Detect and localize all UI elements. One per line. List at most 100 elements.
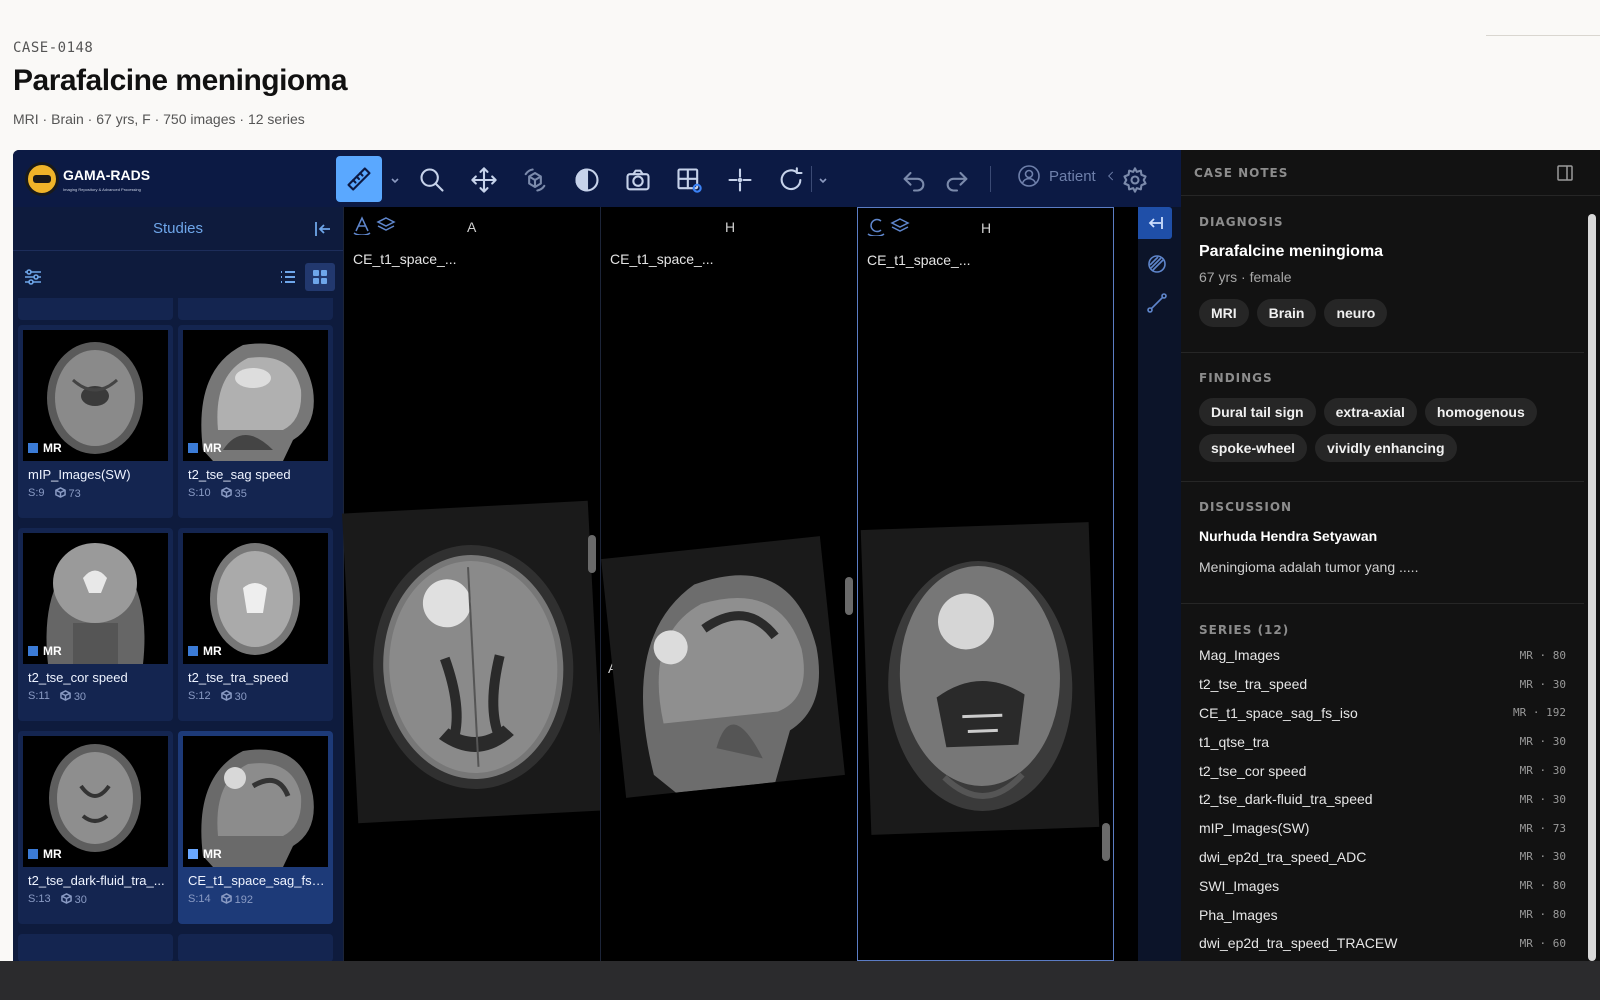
diagnosis-section: DIAGNOSIS Parafalcine meningioma 67 yrs … <box>1181 197 1584 353</box>
app-logo[interactable]: GAMA-RADS Imaging Repository & Advanced … <box>25 162 150 196</box>
ruler-icon <box>347 167 371 191</box>
viewport-tools <box>352 215 396 235</box>
modality-color-icon <box>188 849 198 859</box>
layers-icon[interactable] <box>376 215 396 235</box>
view-mode-toggle <box>273 263 335 291</box>
series-thumb-name: t2_tse_tra_speed <box>188 670 289 685</box>
orientation-a-icon[interactable] <box>352 215 372 235</box>
modality-badge: MR <box>28 441 62 455</box>
rotate-3d-tool-button[interactable] <box>515 160 555 200</box>
mri-sagittal-image <box>601 536 845 798</box>
reset-tool-button[interactable] <box>771 160 811 200</box>
pan-tool-button[interactable] <box>464 160 504 200</box>
line-measure-tool[interactable] <box>1146 292 1168 314</box>
gear-icon <box>1123 167 1147 193</box>
segmentation-tool[interactable] <box>1146 253 1168 275</box>
case-notes-title: CASE NOTES <box>1194 165 1289 180</box>
series-thumb[interactable]: MR t2_tse_dark-fluid_tra_... S:13 30 <box>18 731 173 924</box>
series-list-item[interactable]: t2_tse_dark-fluid_tra_speed MR · 30 <box>1199 785 1566 814</box>
series-list-item[interactable]: t2_tse_tra_speed MR · 30 <box>1199 670 1566 699</box>
cube-icon <box>220 690 232 701</box>
viewer-right-rail <box>1138 207 1181 961</box>
redo-button[interactable] <box>937 160 977 200</box>
series-thumb[interactable]: MR t2_tse_cor speed S:11 30 <box>18 528 173 721</box>
series-thumb-partial[interactable] <box>18 934 173 961</box>
series-thumb[interactable]: MR t2_tse_sag speed S:10 35 <box>178 325 333 518</box>
collapse-panel-icon[interactable] <box>313 219 333 239</box>
series-list-item[interactable]: Pha_Images MR · 80 <box>1199 900 1566 929</box>
cube-icon <box>60 893 72 904</box>
notes-scrollbar[interactable] <box>1586 198 1596 961</box>
list-icon <box>281 271 295 283</box>
zoom-tool-button[interactable] <box>412 160 452 200</box>
grid-view-button[interactable] <box>305 263 335 291</box>
viewport-tools <box>866 216 910 236</box>
layers-icon[interactable] <box>890 216 910 236</box>
viewport-1[interactable]: A R CE_t1_space_... <box>342 207 604 961</box>
tag-chip[interactable]: Brain <box>1256 299 1317 327</box>
series-list-item[interactable]: mIP_Images(SW) MR · 73 <box>1199 814 1566 843</box>
series-thumb-name: t2_tse_cor speed <box>28 670 128 685</box>
measure-dropdown-caret[interactable] <box>390 173 400 184</box>
series-list-item[interactable]: CE_t1_space_sag_fs_iso MR · 192 <box>1199 699 1566 728</box>
series-list-item[interactable]: t2_tse_cor speed MR · 30 <box>1199 756 1566 785</box>
slice-scrollbar[interactable] <box>1102 823 1110 861</box>
arrow-left-bar-icon <box>1148 217 1163 229</box>
capture-tool-button[interactable] <box>618 160 658 200</box>
viewport-series-label: CE_t1_space_... <box>867 252 971 268</box>
series-thumb-stats: S:14 192 <box>188 893 253 906</box>
finding-chip[interactable]: vividly enhancing <box>1315 434 1457 462</box>
layout-tool-button[interactable] <box>669 160 709 200</box>
toolbar-divider <box>811 166 812 192</box>
modality-badge: MR <box>188 441 222 455</box>
modality-badge: MR <box>188 847 222 861</box>
more-tools-caret[interactable] <box>818 173 828 184</box>
series-thumb-name: mIP_Images(SW) <box>28 467 131 482</box>
patient-toggle[interactable]: Patient <box>1017 164 1118 188</box>
settings-button[interactable] <box>1115 160 1155 200</box>
findings-tags: Dural tail sign extra-axial homogenous s… <box>1199 398 1566 462</box>
series-thumb-partial[interactable] <box>178 934 333 961</box>
slice-scrollbar[interactable] <box>588 535 596 573</box>
series-thumb-partial[interactable] <box>178 298 333 320</box>
viewport-3-active[interactable]: H R CE_t1_space_... <box>857 207 1114 961</box>
series-thumb[interactable]: MR mIP_Images(SW) S:9 73 <box>18 325 173 518</box>
series-list-item[interactable]: Mag_Images MR · 80 <box>1199 641 1566 670</box>
viewport-series-label: CE_t1_space_... <box>610 251 714 267</box>
series-list-item[interactable]: dwi_ep2d_tra_speed_ADC MR · 30 <box>1199 843 1566 872</box>
undo-button[interactable] <box>894 160 934 200</box>
finding-chip[interactable]: Dural tail sign <box>1199 398 1316 426</box>
series-list-item[interactable]: dwi_ep2d_tra_speed_TRACEW MR · 60 <box>1199 929 1566 958</box>
series-thumbnail-grid: MR mIP_Images(SW) S:9 73 MR t2_tse_sag sp… <box>18 298 338 961</box>
crosshair-tool-button[interactable] <box>720 160 760 200</box>
slice-scrollbar[interactable] <box>845 577 853 615</box>
tag-chip[interactable]: neuro <box>1324 299 1388 327</box>
series-thumb-stats: S:12 30 <box>188 690 247 703</box>
grid-icon <box>313 270 327 284</box>
filter-sliders-icon[interactable] <box>23 267 43 287</box>
orientation-marker-top: A <box>467 219 477 235</box>
series-thumb-stats: S:10 35 <box>188 487 247 500</box>
findings-header: FINDINGS <box>1199 371 1273 385</box>
collapse-rail-button[interactable] <box>1138 207 1172 239</box>
finding-chip[interactable]: homogenous <box>1424 398 1537 426</box>
viewport-2[interactable]: H A CE_t1_space_... <box>600 207 857 961</box>
series-list-item[interactable]: SWI_Images MR · 80 <box>1199 871 1566 900</box>
tag-chip[interactable]: MRI <box>1199 299 1249 327</box>
series-thumb[interactable]: MR t2_tse_tra_speed S:12 30 <box>178 528 333 721</box>
series-thumb-selected[interactable]: MR CE_t1_space_sag_fs_iso S:14 192 <box>178 731 333 924</box>
list-view-button[interactable] <box>273 263 303 291</box>
finding-chip[interactable]: spoke-wheel <box>1199 434 1308 462</box>
contrast-tool-button[interactable] <box>567 160 607 200</box>
refresh-icon <box>780 167 803 191</box>
orientation-c-icon[interactable] <box>866 216 886 236</box>
cube-icon <box>220 893 232 904</box>
finding-chip[interactable]: extra-axial <box>1323 398 1417 426</box>
modality-badge: MR <box>28 847 62 861</box>
series-thumb-partial[interactable] <box>18 298 173 320</box>
series-list-item[interactable]: t1_qtse_tra MR · 30 <box>1199 727 1566 756</box>
notes-scrollbar-thumb[interactable] <box>1588 214 1596 961</box>
measure-tool-button[interactable] <box>336 156 382 202</box>
undo-icon <box>903 171 925 192</box>
sidebar-toggle-icon[interactable] <box>1556 164 1574 182</box>
